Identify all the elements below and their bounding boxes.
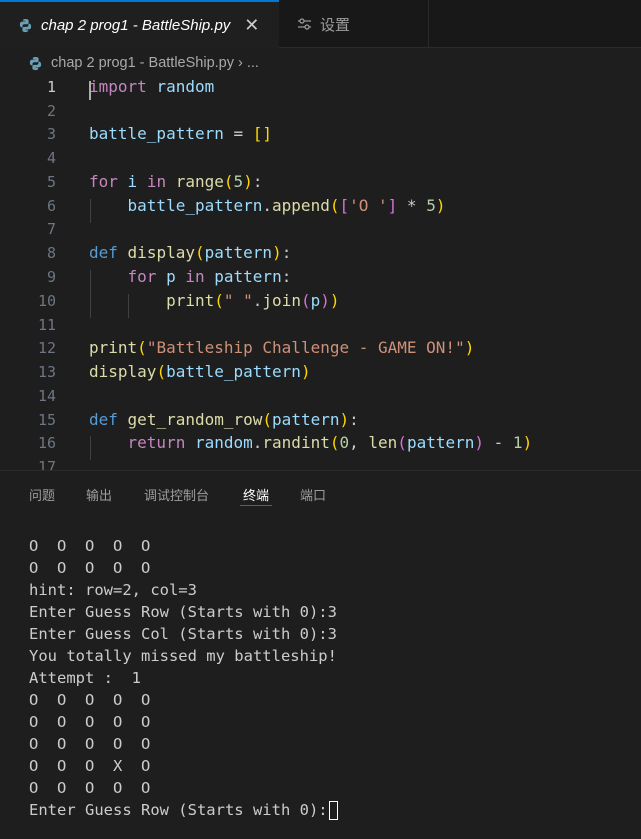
line-number: 7: [46, 220, 56, 238]
tab-debug-console[interactable]: 调试控制台: [144, 485, 209, 504]
chevron-right-icon: ›: [237, 55, 243, 71]
code-line: 10 print(" ".join(p)): [0, 289, 641, 313]
code-text: return random.randint(0, len(pattern) - …: [127, 433, 533, 452]
code-text: import random: [89, 77, 215, 96]
line-number: 13: [37, 363, 56, 381]
code-line: 4: [0, 146, 641, 170]
line-number: 1: [46, 78, 56, 96]
code-line: 17: [0, 455, 641, 470]
code-line: 8 def display(pattern):: [0, 241, 641, 265]
tab-output[interactable]: 输出: [86, 485, 112, 504]
code-text: for i in range(5):: [89, 172, 263, 191]
terminal-prompt-line[interactable]: Enter Guess Row (Starts with 0):: [29, 799, 338, 821]
code-line: 1 import random: [0, 75, 641, 99]
code-text: def display(pattern):: [89, 243, 292, 262]
active-tab-indicator: [240, 505, 272, 506]
code-line: 15 def get_random_row(pattern):: [0, 408, 641, 432]
tab-problems[interactable]: 问题: [29, 485, 55, 504]
code-text: print(" ".join(p)): [166, 291, 340, 310]
code-line: 2: [0, 99, 641, 123]
line-number: 12: [37, 339, 56, 357]
code-text: battle_pattern = []: [89, 124, 273, 143]
code-line: 13 display(battle_pattern): [0, 360, 641, 384]
close-icon[interactable]: ✕: [244, 15, 259, 36]
breadcrumb: chap 2 prog1 - BattleShip.py › ...: [28, 53, 259, 73]
line-number: 17: [37, 458, 56, 470]
code-line: 11: [0, 313, 641, 337]
terminal-line: Enter Guess Row (Starts with 0):3: [29, 603, 337, 621]
line-number: 4: [46, 149, 56, 167]
line-number: 6: [46, 197, 56, 215]
line-number: 15: [37, 411, 56, 429]
breadcrumb-more[interactable]: ...: [247, 55, 259, 71]
line-number: 10: [37, 292, 56, 310]
python-file-icon: [29, 56, 42, 70]
terminal-line: O O O O O: [29, 691, 151, 709]
code-line: 16 return random.randint(0, len(pattern)…: [0, 431, 641, 455]
text-cursor: [89, 81, 91, 100]
code-text: battle_pattern.append(['O '] * 5): [127, 196, 446, 215]
terminal-line: hint: row=2, col=3: [29, 581, 197, 599]
tab-terminal[interactable]: 终端: [243, 485, 269, 504]
terminal-line: Attempt : 1: [29, 669, 141, 687]
terminal-output[interactable]: O O O O O O O O O O hint: row=2, col=3 E…: [29, 535, 338, 821]
tab-ports[interactable]: 端口: [300, 485, 326, 504]
tab-title: chap 2 prog1 - BattleShip.py: [41, 16, 231, 34]
tab-settings[interactable]: 设置: [279, 0, 429, 48]
code-text: display(battle_pattern): [89, 362, 311, 381]
terminal-prompt: Enter Guess Row (Starts with 0):: [29, 801, 328, 819]
terminal-line: O O O O O: [29, 713, 151, 731]
terminal-line: O O O O O: [29, 537, 151, 555]
line-number: 16: [37, 434, 56, 452]
line-number: 5: [46, 173, 56, 191]
terminal-line: O O O O O: [29, 779, 151, 797]
editor-tab-bar: chap 2 prog1 - BattleShip.py ✕ 设置: [0, 0, 641, 48]
tab-battleship-py[interactable]: chap 2 prog1 - BattleShip.py ✕: [0, 0, 279, 48]
line-number: 14: [37, 387, 56, 405]
line-number: 9: [46, 268, 56, 286]
code-editor[interactable]: 1 import random 2 3 battle_pattern = [] …: [0, 75, 641, 470]
python-file-icon: [19, 18, 32, 32]
line-number: 8: [46, 244, 56, 262]
code-line: 14: [0, 384, 641, 408]
terminal-line: You totally missed my battleship!: [29, 647, 337, 665]
breadcrumb-file[interactable]: chap 2 prog1 - BattleShip.py: [51, 55, 234, 71]
code-line: 5 for i in range(5):: [0, 170, 641, 194]
code-line: 12 print("Battleship Challenge - GAME ON…: [0, 336, 641, 360]
terminal-cursor: [328, 801, 338, 820]
code-text: def get_random_row(pattern):: [89, 410, 359, 429]
tab-settings-label: 设置: [320, 16, 351, 34]
line-number: 2: [46, 102, 56, 120]
code-text: for p in pattern:: [127, 267, 292, 286]
code-line: 6 battle_pattern.append(['O '] * 5): [0, 194, 641, 218]
code-line: 3 battle_pattern = []: [0, 122, 641, 146]
terminal-line: O O O O O: [29, 559, 151, 577]
panel-tab-bar: 问题 输出 调试控制台 终端 端口: [0, 471, 641, 515]
terminal-line: O O O X O: [29, 757, 151, 775]
settings-sliders-icon: [298, 18, 311, 30]
code-line: 9 for p in pattern:: [0, 265, 641, 289]
line-number: 3: [46, 125, 56, 143]
terminal-line: Enter Guess Col (Starts with 0):3: [29, 625, 337, 643]
terminal-line: O O O O O: [29, 735, 151, 753]
code-text: print("Battleship Challenge - GAME ON!"): [89, 338, 475, 357]
code-line: 7: [0, 217, 641, 241]
line-number: 11: [37, 316, 56, 334]
